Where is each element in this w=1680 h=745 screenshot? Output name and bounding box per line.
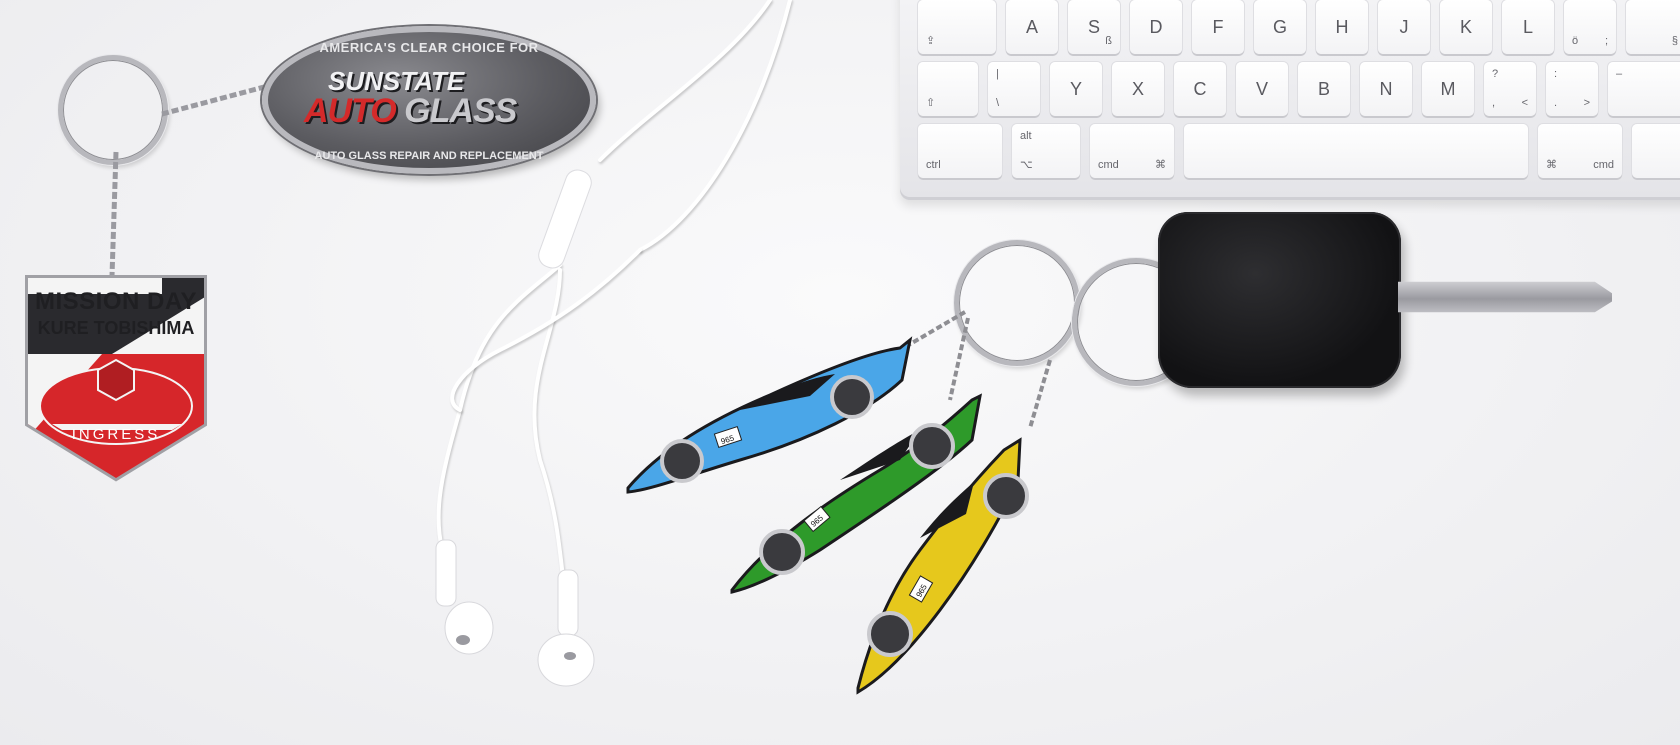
chain-sunstate xyxy=(161,83,269,117)
left-earbud xyxy=(435,539,494,655)
mission-day-location: KURE TOBISHIMA xyxy=(37,318,195,338)
mission-day-keychain-tag: MISSION DAY KURE TOBISHIMA INGRESS xyxy=(22,274,210,482)
mission-day-title: MISSION DAY xyxy=(35,288,197,315)
car-key-blade xyxy=(1398,281,1612,313)
mission-day-ingress: INGRESS xyxy=(71,426,161,443)
car-key-fob xyxy=(1158,212,1401,388)
sunstate-brand-glass: GLASS xyxy=(404,92,517,130)
sunstate-brand-logo: AUTO GLASS xyxy=(304,92,517,131)
sunstate-tagline: AMERICA'S CLEAR CHOICE FOR xyxy=(319,40,539,55)
ingress-logo-icon xyxy=(97,358,135,402)
car-keychains: 965 965 965 xyxy=(626,310,1052,695)
sunstate-keychain-tag: AMERICA'S CLEAR CHOICE FOR SUNSTATE AUTO… xyxy=(262,26,596,174)
product-photo-scene: ⇪ A S ß D F G H J K L ö ; § ⇧ | \ Y X C … xyxy=(0,0,1680,745)
chain-mission-day xyxy=(109,151,119,277)
sunstate-service-line: AUTO GLASS REPAIR AND REPLACEMENT xyxy=(314,150,544,162)
right-earbud xyxy=(537,569,595,687)
remote-control xyxy=(538,169,592,269)
sunstate-brand-auto: AUTO xyxy=(304,92,397,130)
keyring-left xyxy=(58,55,168,165)
